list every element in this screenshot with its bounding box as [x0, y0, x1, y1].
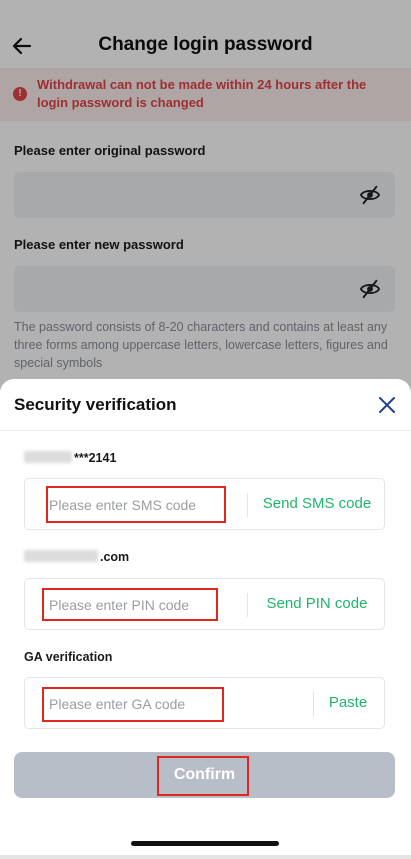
separator	[247, 593, 248, 617]
separator	[247, 493, 248, 517]
home-indicator	[131, 841, 279, 846]
confirm-highlight	[157, 756, 249, 796]
send-sms-code-button[interactable]: Send SMS code	[257, 495, 377, 512]
sms-code-input[interactable]	[49, 495, 224, 515]
send-pin-code-button[interactable]: Send PIN code	[257, 595, 377, 612]
sheet-title: Security verification	[14, 395, 177, 414]
sms-code-box: Send SMS code	[24, 478, 385, 530]
pin-code-input[interactable]	[49, 595, 224, 615]
ga-code-input[interactable]	[49, 694, 224, 714]
separator	[313, 692, 314, 716]
phone-number-label: ***2141	[24, 451, 116, 465]
paste-button[interactable]: Paste	[317, 694, 379, 711]
security-verification-sheet: Security verification ***2141 Send SMS c…	[0, 379, 411, 859]
close-icon[interactable]	[377, 395, 397, 415]
email-label: .com	[24, 550, 129, 564]
masked-phone	[24, 451, 72, 463]
masked-email	[24, 550, 98, 562]
ga-verification-label: GA verification	[24, 650, 113, 664]
pin-code-box: Send PIN code	[24, 578, 385, 630]
divider	[0, 430, 411, 431]
ga-code-box: Paste	[24, 677, 385, 729]
bottom-edge	[0, 855, 411, 859]
